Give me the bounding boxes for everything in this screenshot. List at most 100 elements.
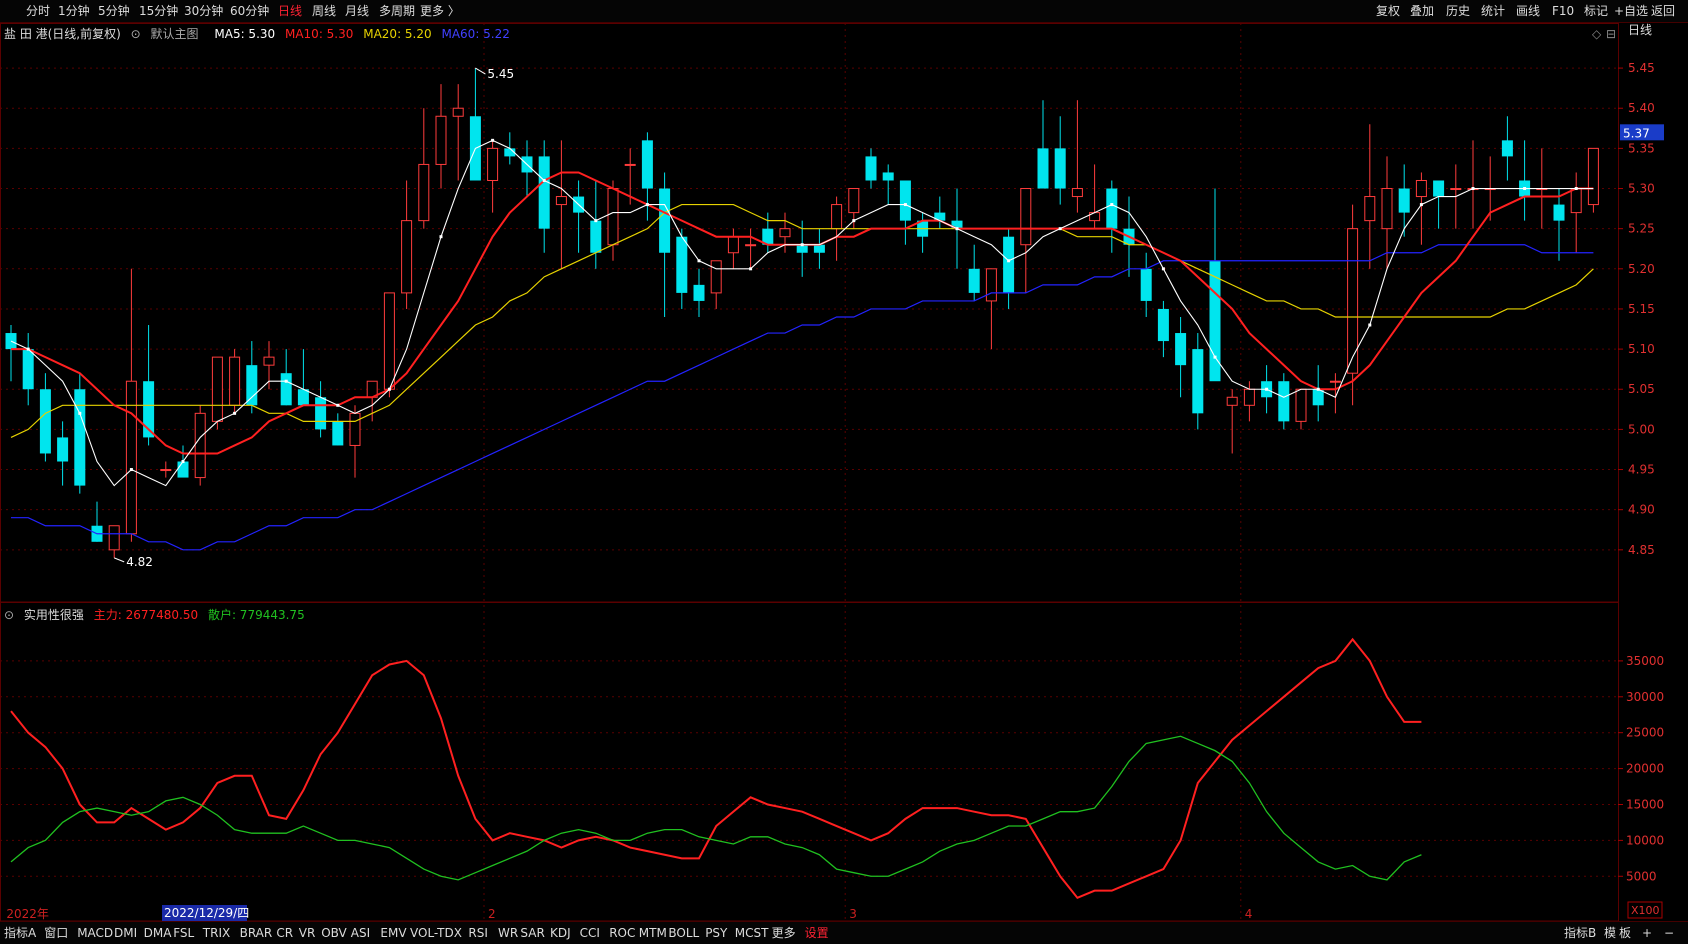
indicator-tab-2[interactable]: MACD — [77, 925, 113, 941]
candle-body — [177, 461, 189, 478]
candle-body — [1381, 188, 1393, 230]
candle-body — [229, 356, 241, 406]
candle-body — [1415, 179, 1427, 198]
indicator-tab-16[interactable]: SAR — [520, 925, 544, 941]
indicator-tab-8[interactable]: CR — [276, 925, 293, 941]
candle-body — [315, 397, 327, 430]
indicator-tab-3[interactable]: DMI — [114, 925, 137, 941]
indicator-tab-18[interactable]: CCI — [580, 925, 600, 941]
indicator-tab-9[interactable]: VR — [299, 925, 316, 941]
candle-body — [899, 180, 911, 221]
indicator-tab-4[interactable]: DMA — [144, 925, 172, 941]
ma5-dot — [697, 259, 701, 263]
low-price-label: 4.82 — [126, 555, 153, 569]
sub-y-tick-label: 30000 — [1626, 690, 1664, 704]
ma5-dot — [26, 347, 30, 351]
candle-body — [383, 292, 395, 390]
current-price-label: 5.37 — [1623, 126, 1650, 140]
ma5-dot — [749, 267, 753, 271]
main-panel-frame — [0, 23, 1619, 603]
low-marker — [114, 557, 125, 563]
candle-body — [211, 356, 223, 422]
main-y-tick-label: 5.40 — [1628, 101, 1655, 115]
candle-body — [349, 412, 361, 446]
indicator-tab-5[interactable]: FSL — [173, 925, 194, 941]
candle-body — [985, 268, 997, 302]
candle-body — [555, 196, 567, 206]
candle-body — [1020, 188, 1032, 246]
candle-body — [1003, 236, 1015, 293]
indicator-tab-6[interactable]: TRIX — [203, 925, 230, 941]
indicator-tab-19[interactable]: ROC — [609, 925, 635, 941]
main-y-tick-label: 5.05 — [1628, 382, 1655, 396]
candle-body — [1140, 268, 1152, 301]
candle-body — [1329, 380, 1341, 383]
indicator-tab-15[interactable]: WR — [498, 925, 518, 941]
indicator-tab-25[interactable]: 设置 — [805, 925, 829, 941]
indicator-tab-20[interactable]: MTM — [639, 925, 667, 941]
ma5-dot — [903, 203, 907, 207]
candle-body — [160, 469, 172, 472]
candle-body — [1226, 396, 1238, 406]
ma5-dot — [594, 219, 598, 223]
indicator-tab-23[interactable]: MCST — [735, 925, 769, 941]
ma5-dot — [78, 411, 82, 415]
indicator-right-0[interactable]: 指标B — [1564, 925, 1596, 941]
indicator-tab-11[interactable]: ASI — [351, 925, 370, 941]
indicator-tab-13[interactable]: VOL-TDX — [410, 925, 462, 941]
ma5-dot — [955, 227, 959, 231]
candle-body — [297, 389, 309, 406]
indicator-right-4[interactable]: − — [1664, 925, 1674, 941]
candle-body — [280, 373, 292, 406]
ma5-dot — [852, 219, 856, 223]
ma5-dot — [1110, 203, 1114, 207]
candle-body — [74, 389, 86, 486]
candle-body — [710, 260, 722, 294]
indicator-right-1[interactable]: 模 — [1604, 925, 1616, 941]
chart-canvas[interactable]: 4.85 4.90 4.95 5.00 5.05 5.10 5.15 5.20 5.25 5.30… — [0, 0, 1688, 943]
candle-body — [39, 389, 51, 454]
candle-body — [1433, 180, 1445, 197]
window-icon: ⊟ — [1606, 27, 1616, 41]
indicator-right-3[interactable]: + — [1642, 925, 1652, 941]
indicator-tab-12[interactable]: EMV — [380, 925, 406, 941]
indicator-tab-10[interactable]: OBV — [321, 925, 347, 941]
ma5-dot — [1058, 227, 1062, 231]
ma5-dot — [336, 403, 340, 407]
ma5-dot — [284, 379, 288, 383]
sub-y-tick-label: 15000 — [1626, 797, 1664, 811]
main-y-tick-label: 4.90 — [1628, 503, 1655, 517]
main-y-tick-label: 5.00 — [1628, 422, 1655, 436]
period-label: 日线 — [1628, 23, 1652, 37]
indicator-tab-24[interactable]: 更多 — [772, 925, 796, 941]
candle-body — [1106, 188, 1118, 229]
candle-body — [263, 356, 275, 366]
ma5-dot — [1574, 187, 1578, 191]
x-axis-label: 4 — [1245, 907, 1253, 921]
ma5-dot — [1213, 355, 1217, 359]
indicator-tab-7[interactable]: BRAR — [240, 925, 273, 941]
candle-body — [108, 525, 120, 551]
candle-body — [1587, 147, 1599, 206]
ma5-dot — [129, 468, 133, 472]
indicator-tab-0[interactable]: 指标A — [4, 925, 36, 941]
main-y-tick-label: 5.20 — [1628, 262, 1655, 276]
indicator-tab-22[interactable]: PSY — [705, 925, 727, 941]
sub-panel-frame — [0, 602, 1619, 922]
candle-body — [125, 380, 137, 535]
indicator-tab-17[interactable]: KDJ — [550, 925, 571, 941]
main-y-tick-label: 5.15 — [1628, 302, 1655, 316]
x-axis-label: 2 — [488, 907, 496, 921]
indicator-tab-14[interactable]: RSI — [468, 925, 488, 941]
candle-body — [1295, 388, 1307, 422]
candle-body — [779, 228, 791, 238]
indicator-tab-1[interactable]: 窗口 — [44, 925, 68, 941]
main-y-tick-label: 5.25 — [1628, 222, 1655, 236]
indicator-tab-21[interactable]: BOLL — [668, 925, 699, 941]
candle-body — [1278, 381, 1290, 422]
main-y-tick-label: 5.10 — [1628, 342, 1655, 356]
sub-y-tick-label: 25000 — [1626, 726, 1664, 740]
indicator-right-2[interactable]: 板 — [1619, 925, 1631, 941]
main-y-tick-label: 5.30 — [1628, 182, 1655, 196]
candle-body — [745, 244, 757, 247]
